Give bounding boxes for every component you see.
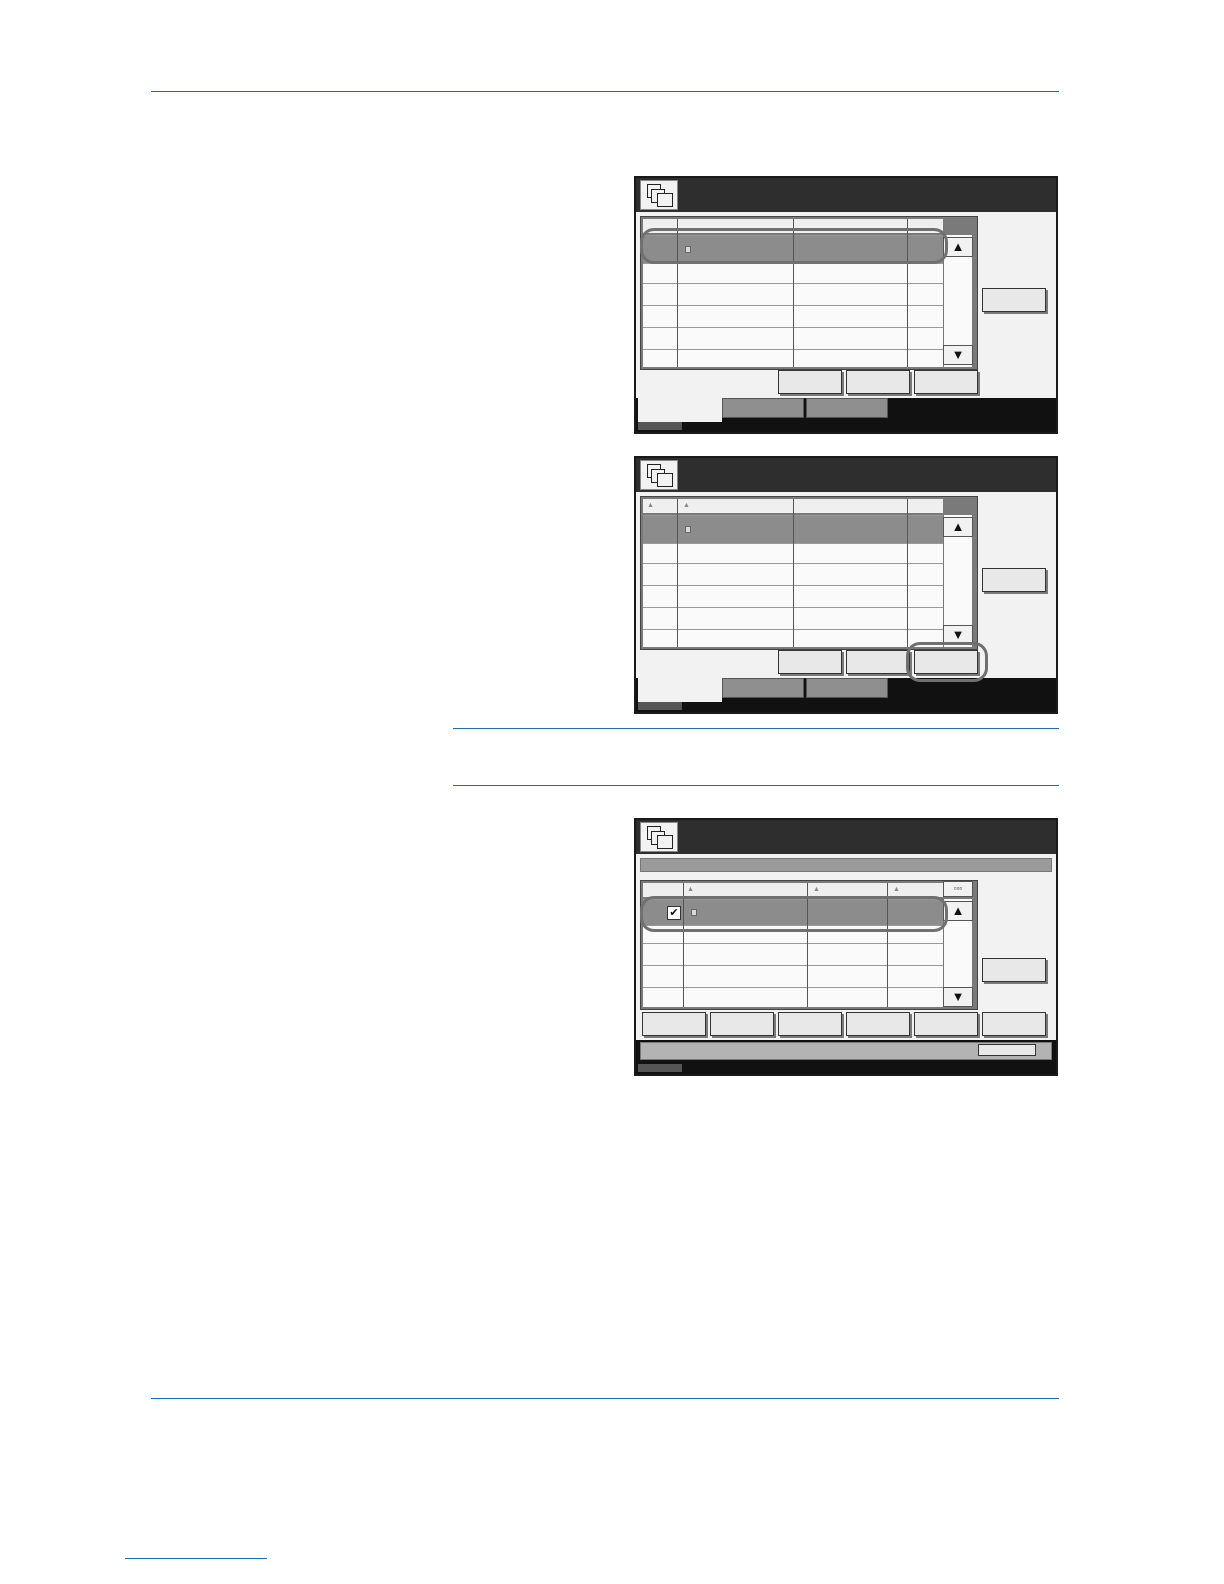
tab-1[interactable] (722, 678, 804, 698)
title-bar (636, 178, 1056, 212)
screen-document-box-list: ▲ ▼ (634, 176, 1058, 434)
box-list: ▲ ▲ ▲ ▼ (640, 496, 978, 650)
tab-1[interactable] (722, 398, 804, 418)
title-bar (636, 820, 1056, 854)
function-button-1[interactable] (642, 1012, 706, 1036)
side-button[interactable] (982, 288, 1046, 312)
stacked-folders-icon (640, 180, 678, 210)
note-bottom-rule (453, 785, 1059, 786)
sort-icon[interactable]: ▲ (647, 502, 654, 510)
side-button[interactable] (982, 958, 1046, 982)
scroll-up-button[interactable]: ▲ (943, 517, 973, 537)
highlight-open-button (906, 642, 988, 682)
list-row[interactable] (643, 987, 943, 1007)
list-row[interactable] (643, 965, 943, 987)
action-button-2[interactable] (846, 650, 910, 674)
title-bar (636, 458, 1056, 492)
tab-2[interactable] (806, 398, 888, 418)
action-button-2[interactable] (846, 370, 910, 394)
footer-link-rule (125, 1558, 267, 1559)
tab-2[interactable] (806, 678, 888, 698)
screen-document-list-selected: ▲ ▲ ▲ ✔ ▫▫▫ ▲ ▼ (634, 818, 1058, 1076)
footer-rule (151, 1398, 1059, 1399)
function-button-5[interactable] (914, 1012, 978, 1036)
sort-icon[interactable]: ▲ (893, 886, 900, 894)
note-top-rule (453, 728, 1059, 729)
thumbnail-view-button[interactable]: ▫▫▫ (943, 881, 973, 897)
sort-icon[interactable]: ▲ (813, 886, 820, 894)
close-button[interactable] (978, 1044, 1036, 1056)
highlight-first-row (640, 228, 948, 264)
path-bar (640, 858, 1052, 872)
stacked-folders-icon (640, 460, 678, 490)
action-button-1[interactable] (778, 650, 842, 674)
header-rule (151, 91, 1059, 92)
action-button-3[interactable] (914, 370, 978, 394)
sort-icon[interactable]: ▲ (683, 502, 690, 510)
list-row[interactable] (643, 943, 943, 965)
scroll-down-button[interactable]: ▼ (943, 345, 973, 365)
list-header: ▲ ▲ ▲ (643, 883, 943, 897)
sort-icon[interactable]: ▲ (687, 886, 694, 894)
function-button-4[interactable] (846, 1012, 910, 1036)
stacked-folders-icon (640, 822, 678, 852)
screen-document-box-list-open: ▲ ▲ ▲ ▼ (634, 456, 1058, 714)
action-button-1[interactable] (778, 370, 842, 394)
highlight-checked-row (640, 896, 948, 932)
side-button[interactable] (982, 568, 1046, 592)
function-button-3[interactable] (778, 1012, 842, 1036)
scroll-down-button[interactable]: ▼ (943, 987, 973, 1007)
function-button-6[interactable] (982, 1012, 1046, 1036)
folder-icon (685, 526, 691, 533)
function-button-2[interactable] (710, 1012, 774, 1036)
